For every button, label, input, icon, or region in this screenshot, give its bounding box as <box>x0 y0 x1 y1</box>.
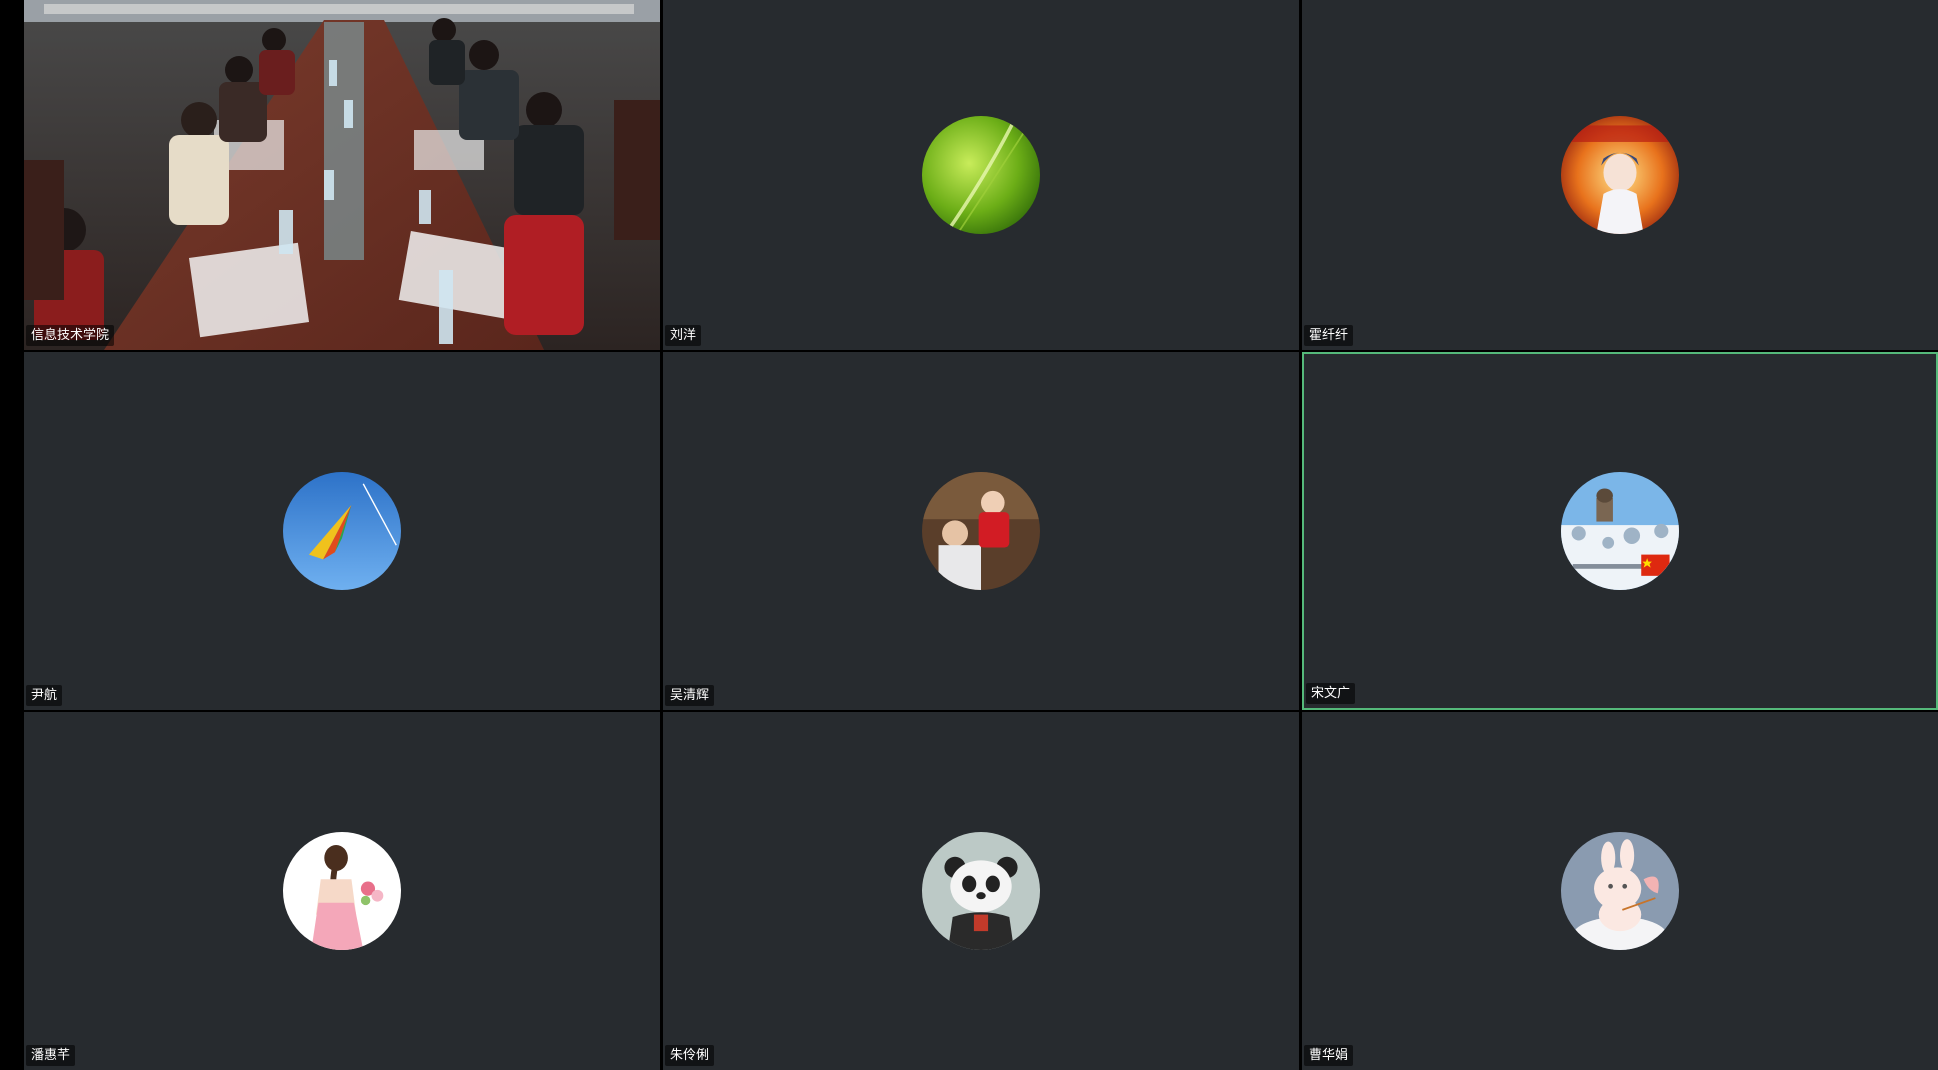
participant-name-label: 刘洋 <box>665 325 702 346</box>
participant-name-label: 吴清辉 <box>665 685 715 706</box>
girl-braid-flowers-avatar <box>283 832 401 950</box>
participant-name-label: 信息技术学院 <box>26 325 115 346</box>
participant-tile[interactable]: 刘洋 <box>663 0 1299 350</box>
participant-name-label: 曹华娟 <box>1304 1045 1354 1066</box>
father-baby-photo-avatar <box>922 472 1040 590</box>
participant-name-label: 宋文广 <box>1306 683 1356 704</box>
participant-tile[interactable]: 曹华娟 <box>1302 712 1938 1070</box>
participant-tile[interactable]: 吴清辉 <box>663 352 1299 710</box>
anime-character-avatar <box>1561 116 1679 234</box>
participant-tile[interactable]: 尹航 <box>24 352 660 710</box>
participant-grid: 信息技术学院 刘洋 霍纤纤 尹航 吴清辉 宋文广 潘惠芊 朱伶俐 曹华娟 <box>24 0 1938 1070</box>
participant-name-label: 霍纤纤 <box>1304 325 1354 346</box>
participant-tile[interactable]: 朱伶俐 <box>663 712 1299 1070</box>
participant-tile-active[interactable]: 宋文广 <box>1302 352 1938 710</box>
participant-tile[interactable]: 霍纤纤 <box>1302 0 1938 350</box>
participant-name-label: 尹航 <box>26 685 63 706</box>
conference-room-video <box>24 0 660 350</box>
panda-cartoon-avatar <box>922 832 1040 950</box>
bunny-cartoon-avatar <box>1561 832 1679 950</box>
participant-tile-video[interactable]: 信息技术学院 <box>24 0 660 350</box>
green-leaf-avatar <box>922 116 1040 234</box>
participant-tile[interactable]: 潘惠芊 <box>24 712 660 1070</box>
snowy-building-flag-avatar <box>1561 472 1679 590</box>
participant-name-label: 朱伶俐 <box>665 1045 715 1066</box>
kite-sky-avatar <box>283 472 401 590</box>
participant-name-label: 潘惠芊 <box>26 1045 76 1066</box>
